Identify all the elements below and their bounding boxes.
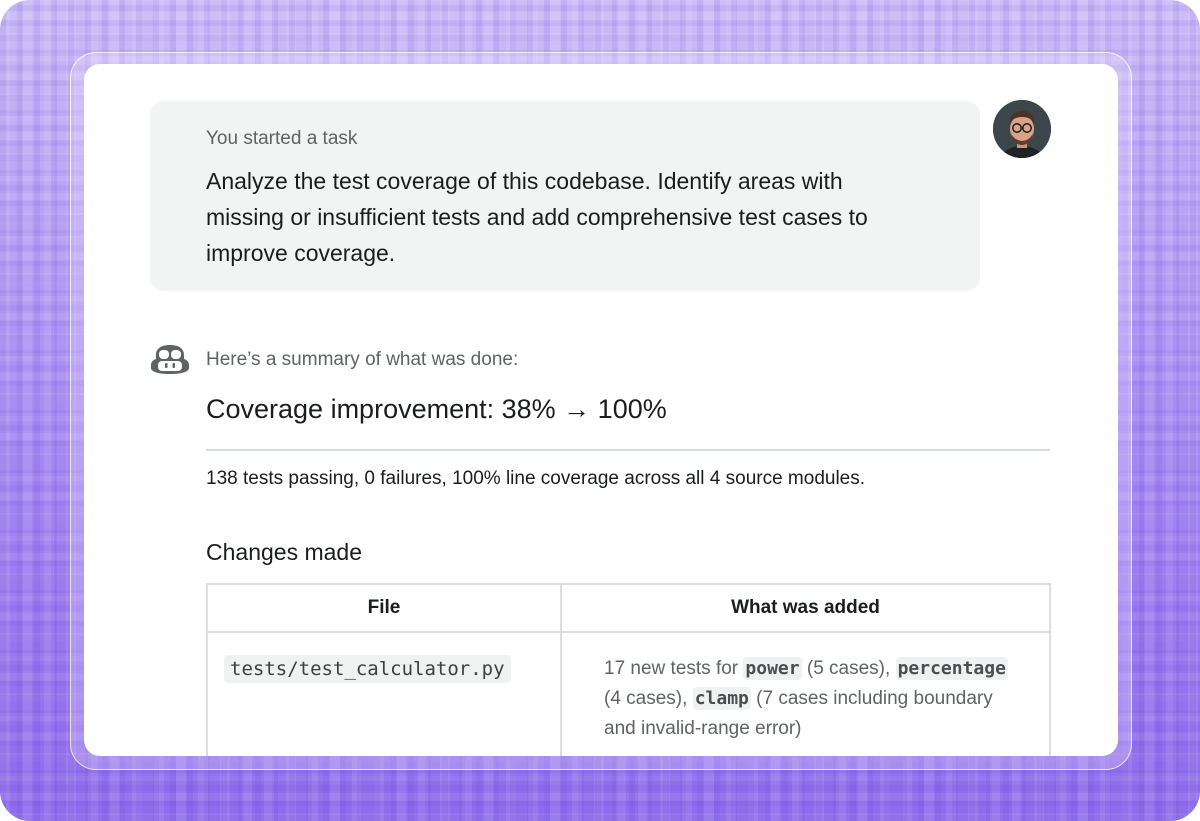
code-clamp: clamp xyxy=(692,687,751,710)
conversation-panel: You started a task Analyze the test cove… xyxy=(84,64,1118,756)
table-header-row: File What was added xyxy=(206,583,1051,633)
changes-table: File What was added tests/test_calculato… xyxy=(206,583,1051,756)
copilot-icon xyxy=(151,345,189,374)
code-power: power xyxy=(743,657,802,680)
task-prompt-text: Analyze the test coverage of this codeba… xyxy=(206,168,868,266)
summary-intro: Here’s a summary of what was done: xyxy=(206,349,519,370)
added-text: (5 cases), xyxy=(801,658,896,679)
code-percentage: percentage xyxy=(895,657,1008,680)
file-cell: tests/test_calculator.py xyxy=(206,631,562,756)
task-heading: You started a task xyxy=(206,128,358,149)
user-avatar[interactable] xyxy=(993,100,1051,158)
divider xyxy=(206,449,1050,451)
column-header-file: File xyxy=(206,583,562,633)
added-text: (4 cases), xyxy=(604,688,693,709)
table-row: tests/test_calculator.py 17 new tests fo… xyxy=(206,631,1051,756)
user-avatar-icon xyxy=(993,100,1051,158)
added-cell: 17 new tests for power (5 cases), percen… xyxy=(560,631,1051,756)
coverage-heading: Coverage improvement: 38% → 100% xyxy=(206,394,667,424)
changes-heading: Changes made xyxy=(206,539,362,565)
task-message: You started a task Analyze the test cove… xyxy=(150,101,980,291)
file-path: tests/test_calculator.py xyxy=(224,655,511,683)
test-result-summary: 138 tests passing, 0 failures, 100% line… xyxy=(206,468,866,489)
added-text: 17 new tests for xyxy=(604,658,744,679)
column-header-added: What was added xyxy=(560,583,1051,633)
